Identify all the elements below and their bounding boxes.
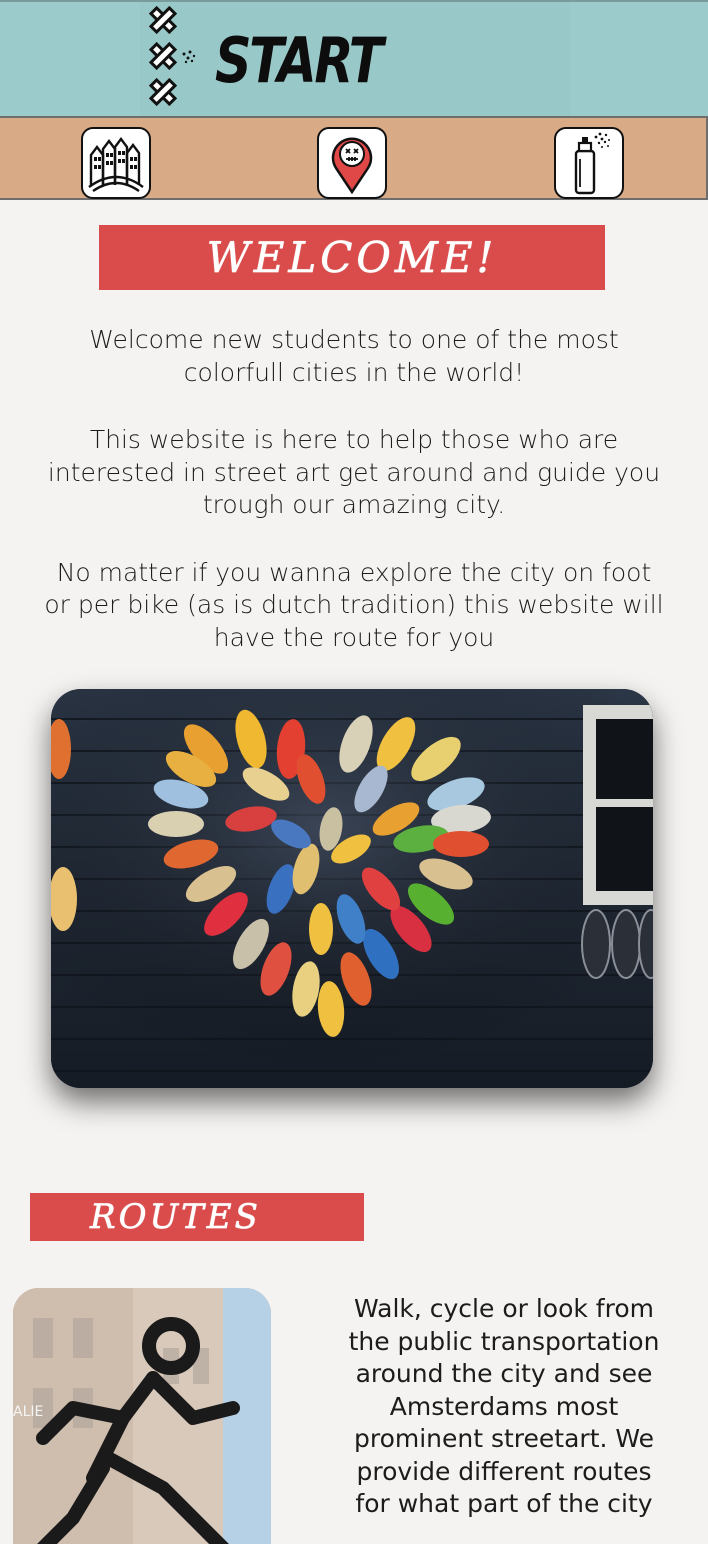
welcome-intro: Welcome new students to one of the most … [40, 324, 668, 689]
clog-heart-photo [51, 689, 653, 1088]
nav-button-map[interactable] [317, 127, 387, 199]
intro-paragraph: This website is here to help those who a… [47, 425, 661, 519]
route-walker-photo[interactable]: ALIE [13, 1288, 271, 1544]
main-nav [0, 116, 708, 200]
spray-can-icon [574, 132, 610, 195]
nav-button-city[interactable] [81, 127, 151, 199]
welcome-heading: WELCOME! [206, 233, 498, 283]
map-pin-face-icon [331, 137, 373, 194]
amsterdam-crosses-spray-icon[interactable] [140, 6, 196, 114]
canal-houses-icon [88, 137, 144, 192]
site-title: START WITH ART [215, 24, 479, 187]
clog-heart-image [51, 689, 653, 1088]
intro-paragraph: No matter if you wanna explore the city … [44, 557, 664, 652]
routes-heading: ROUTES [90, 1197, 261, 1238]
routes-description: Walk, cycle or look from the public tran… [348, 1294, 660, 1518]
intro-paragraph: Welcome new students to one of the most … [89, 325, 619, 387]
nav-button-art[interactable] [554, 127, 624, 199]
walking-person-icon: ALIE [13, 1288, 271, 1544]
routes-heading-banner: ROUTES [30, 1193, 364, 1241]
site-header: START WITH ART [0, 0, 708, 187]
welcome-heading-banner: WELCOME! [99, 225, 605, 290]
